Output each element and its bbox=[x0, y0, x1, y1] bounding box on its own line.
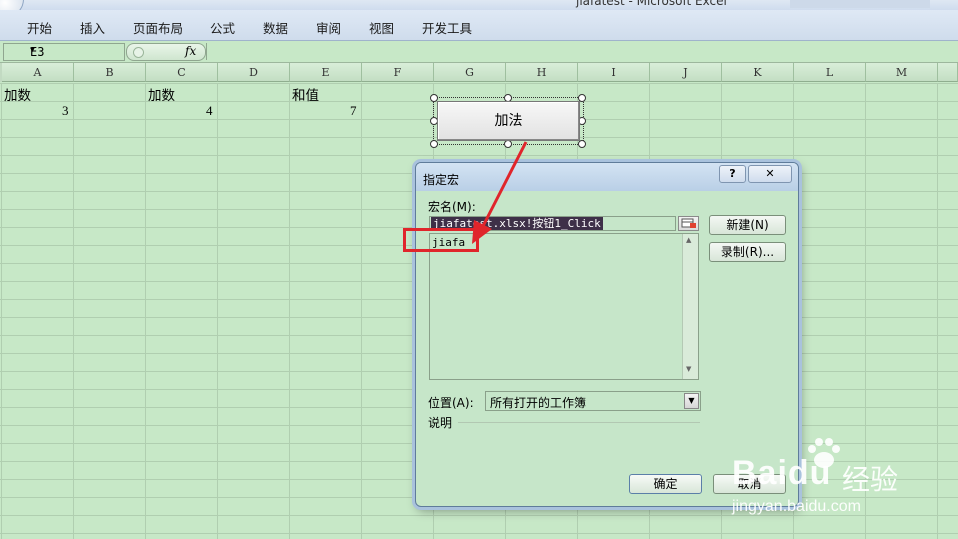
cell-a1[interactable]: 加数 bbox=[4, 84, 31, 104]
macro-list[interactable]: jiafa ▲ ▼ bbox=[429, 233, 699, 380]
watermark-url: jingyan.baidu.com bbox=[732, 498, 861, 515]
name-box[interactable]: E3 ▼ bbox=[3, 43, 125, 61]
ok-button[interactable]: 确定 bbox=[629, 474, 702, 494]
ribbon-tabs: 开始 插入 页面布局 公式 数据 审阅 视图 开发工具 bbox=[0, 10, 958, 41]
tab-view[interactable]: 视图 bbox=[369, 18, 394, 37]
tab-developer[interactable]: 开发工具 bbox=[422, 18, 472, 37]
column-header-a[interactable]: A bbox=[2, 63, 74, 82]
macro-list-scrollbar[interactable]: ▲ ▼ bbox=[682, 234, 698, 379]
dialog-title: 指定宏 bbox=[423, 173, 460, 187]
cell-e1[interactable]: 和值 bbox=[292, 84, 319, 104]
cell-c1[interactable]: 加数 bbox=[148, 84, 175, 104]
location-select[interactable]: 所有打开的工作簿 ▼ bbox=[485, 391, 701, 411]
cell-a2[interactable]: 3 bbox=[62, 103, 69, 119]
close-icon: ✕ bbox=[765, 167, 775, 180]
column-header-m[interactable]: M bbox=[866, 63, 938, 82]
column-header-i[interactable]: I bbox=[578, 63, 650, 82]
close-button[interactable]: ✕ bbox=[748, 165, 792, 183]
description-label: 说明 bbox=[428, 416, 453, 430]
cell-e2[interactable]: 7 bbox=[350, 103, 357, 119]
expand-handle-icon[interactable] bbox=[133, 47, 144, 58]
title-bar: jiafatest - Microsoft Excel bbox=[0, 0, 958, 10]
scroll-up-icon[interactable]: ▲ bbox=[686, 236, 691, 244]
column-header-n[interactable] bbox=[938, 63, 958, 82]
range-picker-icon bbox=[681, 218, 696, 228]
cell-c2[interactable]: 4 bbox=[206, 103, 213, 119]
resize-handle[interactable] bbox=[430, 140, 438, 148]
tab-data[interactable]: 数据 bbox=[263, 18, 288, 37]
resize-handle[interactable] bbox=[578, 140, 586, 148]
column-header-j[interactable]: J bbox=[650, 63, 722, 82]
watermark-product: 经验 bbox=[842, 463, 899, 496]
watermark-brand: Baidu bbox=[732, 454, 832, 492]
annotation-arrow-icon bbox=[472, 141, 528, 244]
column-header-h[interactable]: H bbox=[506, 63, 578, 82]
location-label: 位置(A): bbox=[428, 396, 474, 410]
window-title: jiafatest - Microsoft Excel bbox=[576, 0, 727, 8]
column-header-f[interactable]: F bbox=[362, 63, 434, 82]
tab-review[interactable]: 审阅 bbox=[316, 18, 341, 37]
tab-insert[interactable]: 插入 bbox=[80, 18, 105, 37]
collapse-dialog-button[interactable] bbox=[678, 216, 699, 231]
help-icon: ? bbox=[729, 167, 736, 180]
column-header-g[interactable]: G bbox=[434, 63, 506, 82]
formula-tools[interactable]: fx bbox=[126, 43, 206, 61]
location-value: 所有打开的工作簿 bbox=[490, 396, 587, 410]
tab-page-layout[interactable]: 页面布局 bbox=[133, 18, 183, 37]
formula-bar: E3 ▼ fx bbox=[0, 41, 958, 63]
baidu-jingyan-watermark: Baidu 经验 jingyan.baidu.com bbox=[720, 432, 956, 537]
column-header-d[interactable]: D bbox=[218, 63, 290, 82]
column-header-b[interactable]: B bbox=[74, 63, 146, 82]
insert-function-icon[interactable]: fx bbox=[185, 44, 196, 58]
scroll-down-icon[interactable]: ▼ bbox=[686, 365, 691, 373]
column-header-c[interactable]: C bbox=[146, 63, 218, 82]
record-macro-button[interactable]: 录制(R)... bbox=[709, 242, 786, 262]
help-button[interactable]: ? bbox=[719, 165, 746, 183]
column-header-l[interactable]: L bbox=[794, 63, 866, 82]
window-controls[interactable] bbox=[790, 0, 930, 8]
tab-formulas[interactable]: 公式 bbox=[210, 18, 235, 37]
description-divider bbox=[458, 422, 700, 423]
new-macro-button[interactable]: 新建(N) bbox=[709, 215, 786, 235]
formula-input[interactable] bbox=[206, 43, 958, 60]
column-header-k[interactable]: K bbox=[722, 63, 794, 82]
add-form-button[interactable]: 加法 bbox=[437, 101, 580, 141]
quick-access-toolbar[interactable] bbox=[0, 0, 125, 8]
tab-home[interactable]: 开始 bbox=[27, 18, 52, 37]
chevron-down-icon[interactable]: ▼ bbox=[30, 45, 123, 54]
chevron-down-icon[interactable]: ▼ bbox=[684, 393, 699, 409]
column-header-e[interactable]: E bbox=[290, 63, 362, 82]
